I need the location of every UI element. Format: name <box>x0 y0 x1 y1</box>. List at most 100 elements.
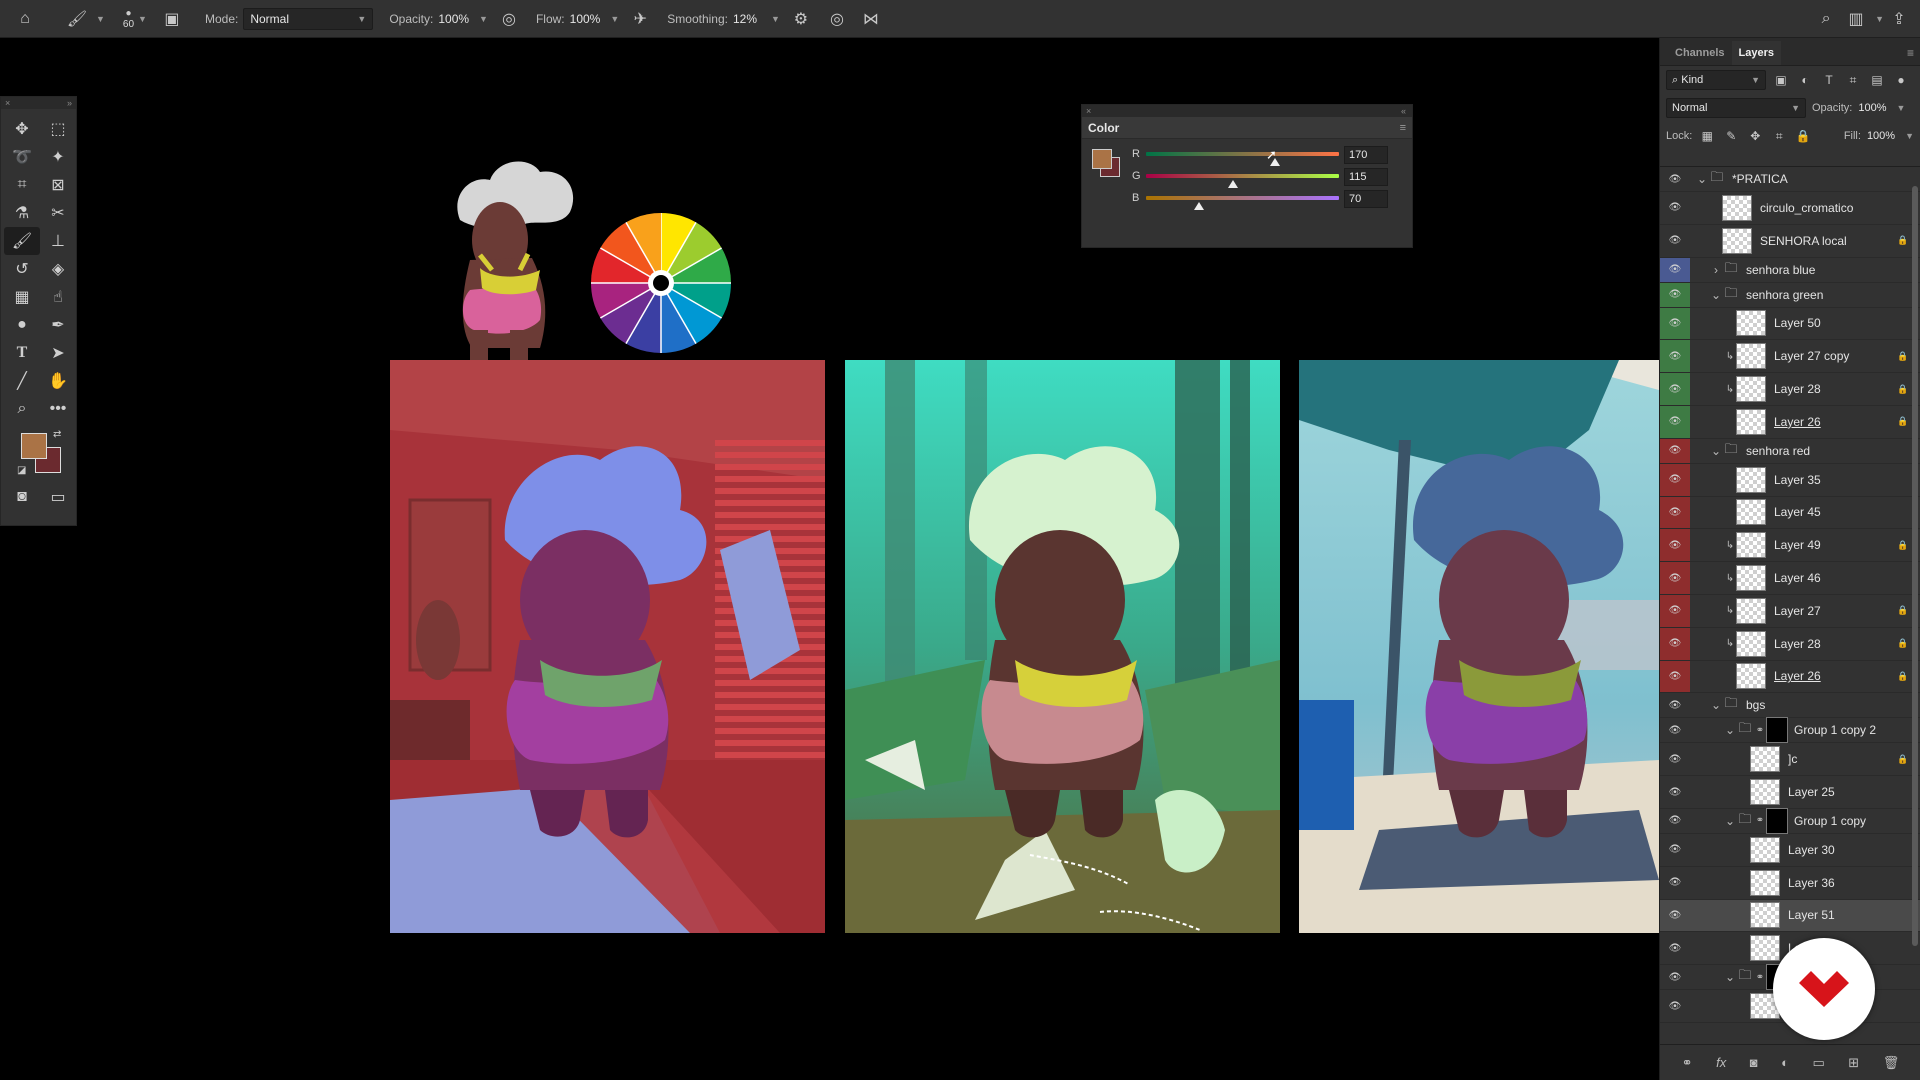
chevron-down-icon[interactable]: ⌄ <box>1724 723 1736 737</box>
layer-row[interactable]: 👁 SENHORA local 🔒 <box>1660 225 1920 258</box>
layer-name[interactable]: Layer 27 <box>1774 604 1893 618</box>
visibility-eye-icon[interactable]: 👁 <box>1660 809 1690 833</box>
layer-thumbnail[interactable] <box>1736 499 1766 526</box>
frame-tool-icon[interactable]: ⊠ <box>40 171 76 199</box>
swap-colors-icon[interactable]: ⇄ <box>53 429 61 440</box>
marquee-tool-icon[interactable]: ⬚ <box>40 115 76 143</box>
tools-panel-header[interactable]: × » <box>1 97 76 109</box>
share-icon[interactable]: ⇪ <box>1884 4 1914 34</box>
layer-name[interactable]: Layer 30 <box>1788 843 1920 857</box>
new-layer-icon[interactable]: ⊞ <box>1848 1055 1859 1071</box>
smudge-tool-icon[interactable]: ☝ <box>40 283 76 311</box>
blue-slider-thumb[interactable] <box>1194 202 1205 210</box>
layer-name[interactable]: senhora red <box>1746 444 1920 458</box>
chevron-right-icon[interactable]: › <box>1710 263 1722 277</box>
filter-type-icon[interactable]: T <box>1820 73 1838 87</box>
layer-name[interactable]: Layer 45 <box>1774 505 1920 519</box>
visibility-eye-icon[interactable]: 👁 <box>1660 900 1690 932</box>
layer-thumbnail[interactable] <box>1722 227 1752 254</box>
visibility-eye-icon[interactable]: 👁 <box>1660 718 1690 742</box>
visibility-eye-icon[interactable]: 👁 <box>1660 373 1690 405</box>
layer-name[interactable]: Group 1 copy 2 <box>1794 723 1920 737</box>
layer-thumbnail[interactable] <box>1736 343 1766 370</box>
layer-name[interactable]: Group 1 copy <box>1794 814 1920 828</box>
layer-name[interactable]: bgs <box>1746 698 1920 712</box>
layer-thumbnail[interactable] <box>1736 376 1766 403</box>
layer-row[interactable]: 👁 Layer 35 <box>1660 463 1920 497</box>
quick-mask-icon[interactable]: ◙ <box>4 483 40 511</box>
chevron-down-icon[interactable]: ⌄ <box>1696 172 1708 186</box>
visibility-eye-icon[interactable]: 👁 <box>1660 340 1690 373</box>
layer-thumbnail[interactable] <box>1736 408 1766 435</box>
visibility-eye-icon[interactable]: 👁 <box>1660 562 1690 594</box>
layer-thumbnail[interactable] <box>1736 630 1766 657</box>
visibility-eye-icon[interactable]: 👁 <box>1660 167 1690 191</box>
chevron-down-icon[interactable]: ⌄ <box>1710 444 1722 458</box>
layer-filter-select[interactable]: ⌕ Kind ▼ <box>1666 70 1766 90</box>
brush-size-picker[interactable]: ● 60 <box>123 8 134 30</box>
layer-thumbnail[interactable] <box>1750 746 1780 773</box>
visibility-eye-icon[interactable]: 👁 <box>1660 990 1690 1022</box>
layer-thumbnail[interactable] <box>1750 869 1780 896</box>
trash-icon[interactable]: 🗑 <box>1883 1055 1900 1071</box>
opacity-value[interactable]: 100% <box>438 12 469 26</box>
layer-row[interactable]: 👁 Layer 26 🔒 <box>1660 405 1920 439</box>
chevron-down-icon[interactable]: ▼ <box>138 14 147 24</box>
layer-group-row[interactable]: 👁 ⌄ 🗀 senhora green <box>1660 282 1920 308</box>
collapse-icon[interactable]: « <box>1401 105 1406 117</box>
chevron-down-icon[interactable]: ⌄ <box>1710 698 1722 712</box>
adjustment-layer-icon[interactable]: ◐ <box>1781 1055 1789 1070</box>
layer-thumbnail[interactable] <box>1736 466 1766 493</box>
layer-row[interactable]: 👁 ↳ Layer 28 🔒 <box>1660 627 1920 661</box>
blue-slider-track[interactable] <box>1146 196 1339 200</box>
green-slider-thumb[interactable] <box>1228 180 1239 188</box>
layer-row[interactable]: 👁 ↳ Layer 46 <box>1660 562 1920 595</box>
history-brush-tool-icon[interactable]: ↺ <box>4 255 40 283</box>
layer-name[interactable]: Layer 26 <box>1774 669 1893 683</box>
layers-scrollbar[interactable] <box>1912 166 1918 1026</box>
lock-artboard-icon[interactable]: ⌗ <box>1770 129 1788 144</box>
visibility-eye-icon[interactable]: 👁 <box>1660 594 1690 627</box>
layer-group-row[interactable]: 👁 › 🗀 senhora blue <box>1660 257 1920 283</box>
visibility-eye-icon[interactable]: 👁 <box>1660 867 1690 899</box>
chevron-down-icon[interactable]: ▼ <box>771 14 780 24</box>
filter-adjustment-icon[interactable]: ◐ <box>1796 73 1814 87</box>
layer-row[interactable]: 👁 Layer 25 <box>1660 776 1920 809</box>
layer-row[interactable]: 👁 Layer 45 <box>1660 496 1920 530</box>
default-colors-icon[interactable]: ◪ <box>17 465 26 476</box>
tab-layers[interactable]: Layers <box>1731 41 1781 65</box>
layer-group-row[interactable]: 👁 ⌄ 🗀 ⚭ Group 1 copy 2 <box>1660 717 1920 744</box>
visibility-eye-icon[interactable]: 👁 <box>1660 932 1690 964</box>
blue-value-input[interactable]: 70 <box>1344 190 1388 208</box>
layer-thumbnail[interactable] <box>1736 565 1766 592</box>
layer-name[interactable]: Layer 49 <box>1774 538 1893 552</box>
filter-smart-object-icon[interactable]: ▤ <box>1868 73 1886 87</box>
layer-row[interactable]: 👁 Layer 36 <box>1660 867 1920 900</box>
filter-pixel-icon[interactable]: ▣ <box>1772 73 1790 87</box>
new-group-icon[interactable]: ▭ <box>1813 1055 1825 1071</box>
layer-row[interactable]: 👁 ↳ Layer 49 🔒 <box>1660 529 1920 563</box>
layer-row[interactable]: 👁 ↳ Layer 27 🔒 <box>1660 594 1920 628</box>
visibility-eye-icon[interactable]: 👁 <box>1660 660 1690 693</box>
visibility-eye-icon[interactable]: 👁 <box>1660 282 1690 307</box>
filter-toggle-icon[interactable]: ● <box>1892 73 1910 87</box>
symmetry-butterfly-icon[interactable]: ⋈ <box>856 4 886 34</box>
brush-settings-icon[interactable]: ▣ <box>157 4 187 34</box>
visibility-eye-icon[interactable]: 👁 <box>1660 965 1690 989</box>
flow-value[interactable]: 100% <box>570 12 601 26</box>
layer-thumbnail[interactable] <box>1750 935 1780 962</box>
foreground-color-chip[interactable] <box>1092 149 1112 169</box>
pen-tool-icon[interactable]: ✒ <box>40 311 76 339</box>
visibility-eye-icon[interactable]: 👁 <box>1660 225 1690 257</box>
layer-group-row[interactable]: 👁 ⌄ 🗀 senhora red <box>1660 438 1920 464</box>
chain-link-icon[interactable]: ⚭ <box>1754 725 1766 736</box>
panel-menu-icon[interactable]: ≡ <box>1400 122 1406 134</box>
layer-name[interactable]: Layer 46 <box>1774 571 1920 585</box>
chevron-down-icon[interactable]: ⌄ <box>1724 970 1736 984</box>
mode-select[interactable]: Normal ▼ <box>243 7 374 30</box>
visibility-eye-icon[interactable]: 👁 <box>1660 192 1690 224</box>
chevron-down-icon[interactable]: ▼ <box>479 14 488 24</box>
visibility-eye-icon[interactable]: 👁 <box>1660 834 1690 866</box>
layer-name[interactable]: Layer 25 <box>1788 785 1920 799</box>
eraser-tool-icon[interactable]: ◈ <box>40 255 76 283</box>
